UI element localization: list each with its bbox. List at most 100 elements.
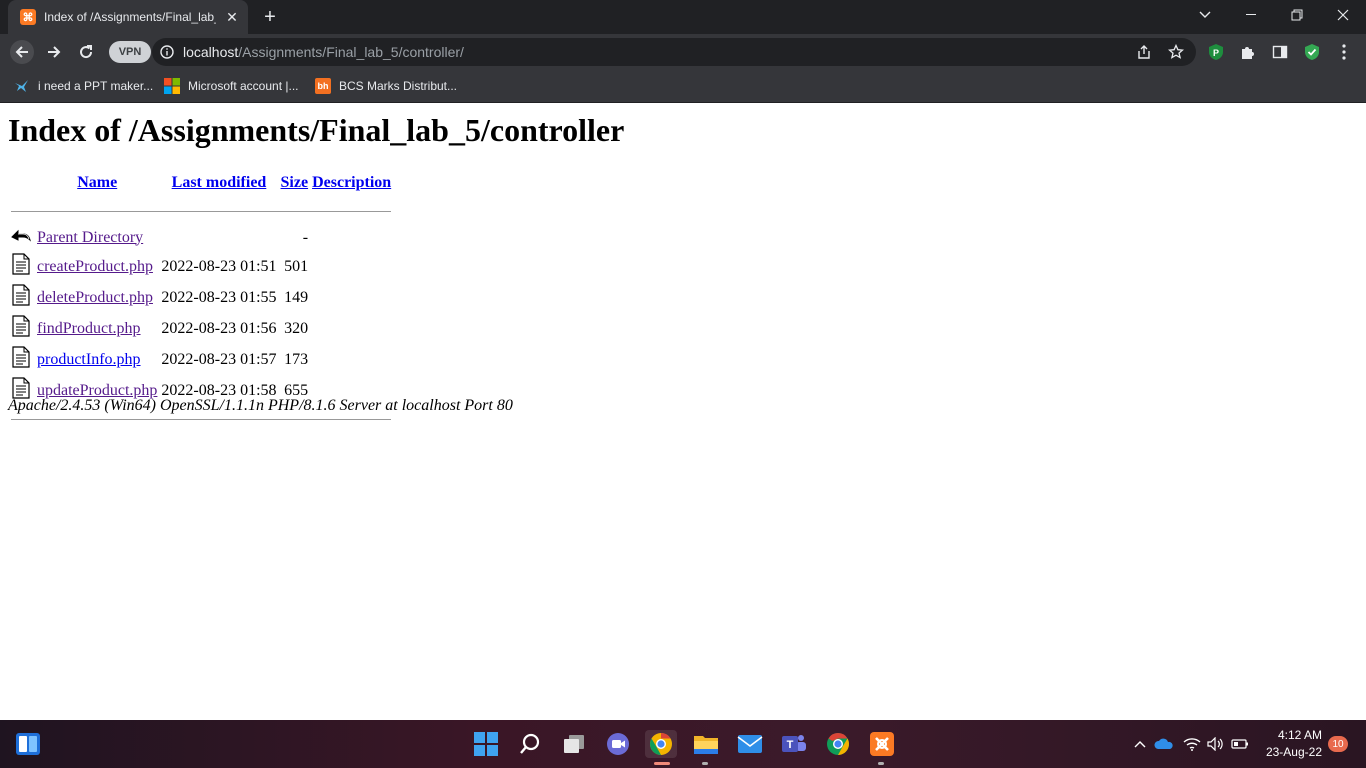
taskbar-chrome[interactable] (824, 730, 852, 758)
share-icon[interactable] (1136, 44, 1152, 60)
size-cell: 173 (284, 350, 309, 368)
extensions-puzzle-icon[interactable] (1239, 43, 1257, 61)
size-cell: 501 (284, 257, 309, 275)
taskbar-teams[interactable]: T (780, 730, 808, 758)
modified-cell: 2022-08-23 01:56 (161, 319, 277, 337)
close-tab-icon[interactable]: ✕ (224, 9, 240, 25)
battery-button[interactable] (1228, 730, 1252, 758)
search-button[interactable] (516, 730, 544, 758)
info-icon[interactable] (160, 45, 174, 59)
file-link[interactable]: createProduct.php (37, 258, 153, 275)
reload-icon (80, 45, 93, 59)
menu-kebab-icon[interactable] (1335, 43, 1353, 61)
size-cell: - (302, 228, 309, 246)
browser-toolbar: VPN localhost/Assignments/Final_lab_5/co… (0, 34, 1366, 70)
extension-p-icon[interactable]: P (1207, 43, 1225, 61)
sort-by-description-link[interactable]: Description (312, 174, 391, 191)
forward-button[interactable] (42, 40, 66, 64)
text-file-icon (12, 284, 30, 306)
restore-button[interactable] (1274, 0, 1320, 30)
back-button[interactable] (10, 40, 34, 64)
table-row: deleteProduct.php 2022-08-23 01:55 149 (10, 283, 392, 312)
clock-date[interactable]: 23-Aug-22 (1260, 745, 1322, 759)
search-icon (520, 733, 540, 754)
vpn-badge[interactable]: VPN (109, 41, 151, 63)
url-text[interactable]: localhost/Assignments/Final_lab_5/contro… (183, 44, 464, 60)
table-row: Parent Directory - (10, 225, 392, 250)
taskbar-file-explorer[interactable] (692, 730, 720, 758)
wifi-icon (1183, 738, 1201, 751)
tab-search-button[interactable] (1182, 0, 1228, 30)
taskbar-chrome-beta-app[interactable] (645, 730, 677, 758)
last-modified-header: Last modified (160, 169, 277, 197)
bookmark-item[interactable]: i need a PPT maker... (14, 77, 153, 95)
task-view-icon (564, 735, 584, 753)
modified-cell: 2022-08-23 01:57 (161, 350, 277, 368)
modified-cell (160, 225, 277, 250)
chat-button[interactable] (604, 730, 632, 758)
browser-tab[interactable]: ⌘ Index of /Assignments/Final_lab_ ✕ (8, 0, 248, 34)
windows-icon (474, 732, 498, 756)
text-file-icon (12, 346, 30, 368)
address-bar[interactable]: localhost/Assignments/Final_lab_5/contro… (152, 38, 1196, 66)
tab-strip: ⌘ Index of /Assignments/Final_lab_ ✕ + (0, 0, 1366, 34)
show-hidden-icons-button[interactable] (1130, 730, 1150, 758)
name-cell: productInfo.php (36, 345, 158, 374)
shield-check-icon[interactable] (1303, 43, 1321, 61)
bookmark-star-icon[interactable] (1168, 44, 1184, 60)
arrow-right-icon (48, 46, 61, 58)
directory-listing-table: Name Last modified Size Description Pare… (8, 167, 394, 433)
chevron-up-icon (1134, 741, 1146, 748)
bookmarks-bar: i need a PPT maker... Microsoft account … (0, 70, 1366, 103)
url-path: /Assignments/Final_lab_5/controller/ (238, 44, 464, 60)
bh-icon: bh (315, 78, 331, 94)
restore-icon (1291, 9, 1303, 21)
notification-badge[interactable]: 10 (1328, 736, 1348, 752)
name-cell: createProduct.php (36, 252, 158, 281)
table-row: findProduct.php 2022-08-23 01:56 320 (10, 314, 392, 343)
close-window-button[interactable] (1320, 0, 1366, 30)
browser-icon (650, 733, 672, 755)
file-link[interactable]: productInfo.php (37, 351, 141, 368)
onedrive-button[interactable] (1152, 730, 1176, 758)
chevron-down-icon (1199, 11, 1211, 18)
file-link[interactable]: deleteProduct.php (37, 289, 153, 306)
bookmark-item[interactable]: bh BCS Marks Distribut... (315, 77, 457, 95)
size-cell: 149 (284, 288, 309, 306)
sort-by-last-modified-link[interactable]: Last modified (172, 174, 267, 191)
url-host: localhost (183, 44, 239, 60)
file-link[interactable]: updateProduct.php (37, 382, 157, 399)
separator-row (10, 199, 392, 223)
description-header: Description (311, 169, 392, 197)
taskbar-mail[interactable] (736, 730, 764, 758)
name-header: Name (36, 169, 158, 197)
side-panel-icon[interactable] (1271, 43, 1289, 61)
icon-cell (10, 225, 34, 250)
network-button[interactable] (1180, 730, 1204, 758)
widgets-button[interactable] (14, 730, 42, 758)
parent-directory-link[interactable]: Parent Directory (37, 229, 143, 246)
new-tab-button[interactable]: + (258, 5, 282, 29)
sort-by-name-link[interactable]: Name (77, 174, 117, 191)
speaker-icon (1207, 737, 1223, 751)
mail-icon (737, 735, 763, 753)
tab-title: Index of /Assignments/Final_lab_ (44, 10, 216, 24)
cloud-icon (1154, 738, 1173, 749)
svg-text:T: T (787, 739, 794, 751)
bookmark-item[interactable]: Microsoft account |... (164, 77, 299, 95)
reload-button[interactable] (74, 40, 98, 64)
battery-icon (1231, 739, 1248, 749)
volume-button[interactable] (1204, 730, 1228, 758)
chrome-icon (827, 733, 849, 755)
clock-time[interactable]: 4:12 AM (1270, 728, 1322, 742)
name-cell: deleteProduct.php (36, 283, 158, 312)
task-view-button[interactable] (560, 730, 588, 758)
minimize-button[interactable] (1228, 0, 1274, 30)
separator (10, 199, 392, 223)
sort-by-size-link[interactable]: Size (281, 174, 309, 191)
taskbar-xampp[interactable] (868, 730, 896, 758)
minimize-icon (1246, 14, 1256, 15)
file-link[interactable]: findProduct.php (37, 320, 141, 337)
start-button[interactable] (472, 730, 500, 758)
bookmark-label: Microsoft account |... (188, 79, 299, 93)
